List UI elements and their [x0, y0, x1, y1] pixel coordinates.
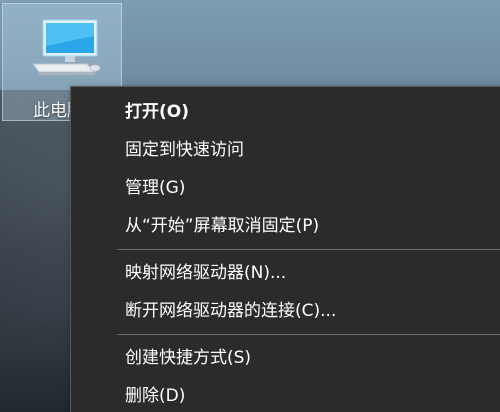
- menu-item-unpin-start[interactable]: 从“开始”屏幕取消固定(P): [71, 207, 500, 245]
- context-menu: 打开(O) 固定到快速访问 管理(G) 从“开始”屏幕取消固定(P) 映射网络驱…: [70, 86, 500, 412]
- menu-separator: [117, 249, 500, 250]
- menu-item-map-network-drive[interactable]: 映射网络驱动器(N)...: [71, 254, 500, 292]
- menu-item-pin-quick-access[interactable]: 固定到快速访问: [71, 131, 500, 169]
- menu-item-create-shortcut[interactable]: 创建快捷方式(S): [71, 339, 500, 377]
- desktop[interactable]: 此电脑 打开(O) 固定到快速访问 管理(G) 从“开始”屏幕取消固定(P) 映…: [0, 0, 500, 412]
- menu-item-manage[interactable]: 管理(G): [71, 169, 500, 207]
- menu-item-disconnect-network-drive[interactable]: 断开网络驱动器的连接(C)...: [71, 292, 500, 330]
- this-pc-icon: [32, 19, 101, 75]
- menu-separator: [117, 334, 500, 335]
- menu-item-open[interactable]: 打开(O): [71, 93, 500, 131]
- menu-item-delete[interactable]: 删除(D): [71, 377, 500, 412]
